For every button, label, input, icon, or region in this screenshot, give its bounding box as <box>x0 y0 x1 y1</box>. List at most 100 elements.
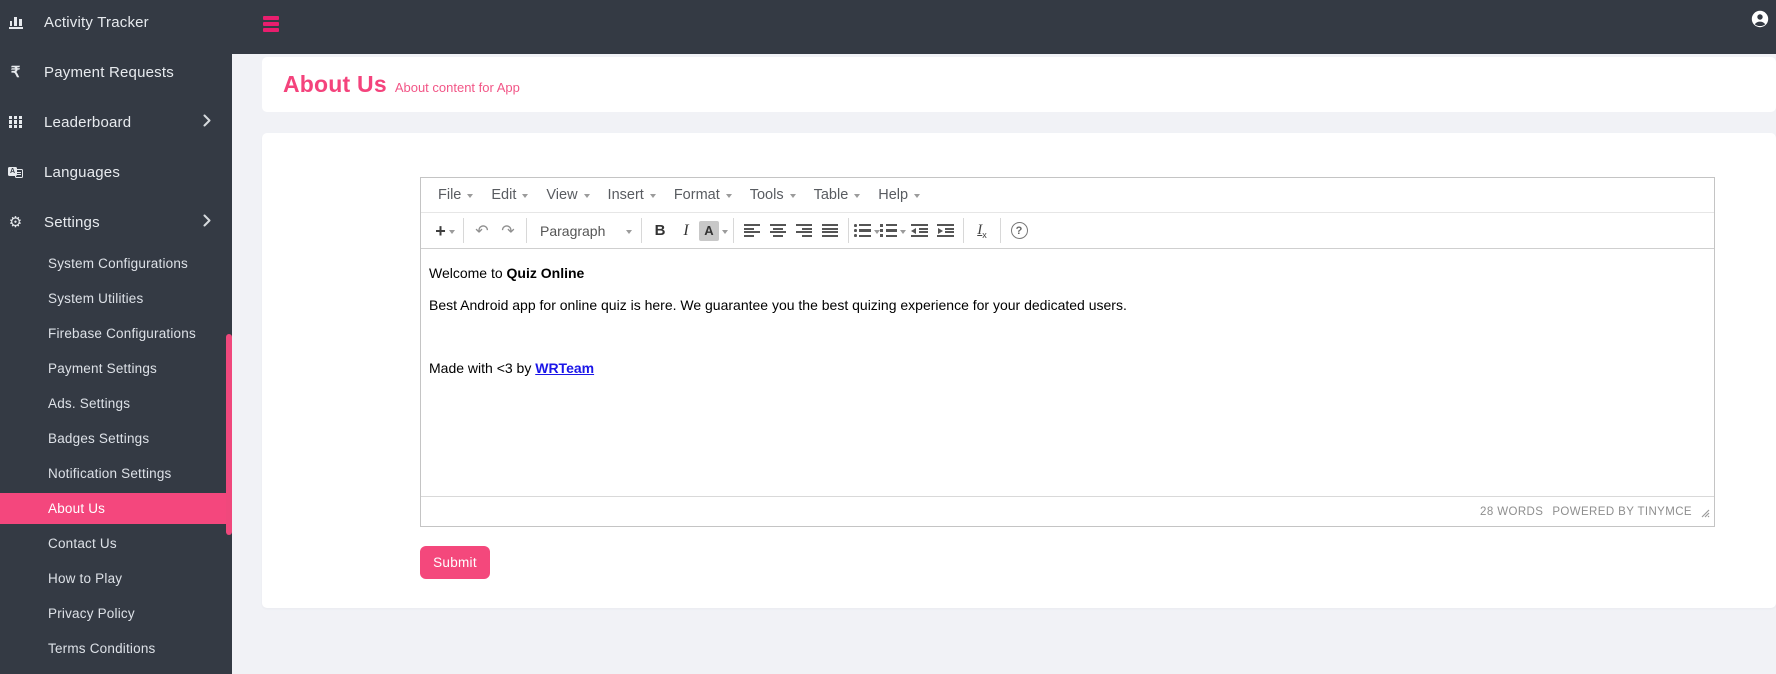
chevron-down-icon <box>722 229 728 234</box>
sidebar-subitem-firebase-configurations[interactable]: Firebase Configurations <box>0 318 232 349</box>
tinymce-branding: POWERED BY TINYMCE <box>1552 505 1692 518</box>
content-paragraph: Made with <3 by WRTeam <box>429 359 595 376</box>
sidebar-item-payment-requests[interactable]: ₹ Payment Requests <box>0 50 232 94</box>
sidebar-item-label: Payment Requests <box>44 63 174 81</box>
page-header-card: About Us About content for App <box>262 57 1776 112</box>
bullet-list-button[interactable] <box>854 217 880 245</box>
align-justify-icon <box>822 224 838 237</box>
bold-icon: B <box>654 222 666 239</box>
sidebar-subitem-notification-settings[interactable]: Notification Settings <box>0 458 232 489</box>
sidebar-subitem-about-us-active[interactable]: About Us <box>0 493 232 524</box>
chevron-down-icon <box>914 194 921 198</box>
indent-icon <box>936 224 954 237</box>
help-button[interactable]: ? <box>1006 217 1032 245</box>
align-center-button[interactable] <box>765 217 791 245</box>
help-icon: ? <box>1010 222 1028 239</box>
format-select-dropdown[interactable]: Paragraph <box>532 217 636 245</box>
bold-text: Quiz Online <box>506 265 585 281</box>
sidebar-subitem-ads-settings[interactable]: Ads. Settings <box>0 388 232 419</box>
wrteam-link[interactable]: WRTeam <box>535 360 594 376</box>
menu-view[interactable]: View <box>537 181 598 209</box>
clear-formatting-button[interactable]: Ix <box>969 217 995 245</box>
sidebar-item-settings[interactable]: ⚙ Settings <box>0 200 232 244</box>
sidebar-subitem-how-to-play[interactable]: How to Play <box>0 563 232 594</box>
word-count: 28 WORDS <box>1480 505 1544 518</box>
outdent-button[interactable] <box>906 217 932 245</box>
chevron-down-icon <box>583 194 590 198</box>
gear-icon: ⚙ <box>8 212 23 231</box>
clear-formatting-icon: Ix <box>977 221 987 241</box>
align-justify-button[interactable] <box>817 217 843 245</box>
sidebar-subitem-system-utilities[interactable]: System Utilities <box>0 283 232 314</box>
top-navbar <box>0 0 1776 54</box>
align-right-button[interactable] <box>791 217 817 245</box>
content-paragraph-blank <box>429 327 1704 347</box>
menu-help[interactable]: Help <box>869 181 929 209</box>
insert-plus-button[interactable]: + <box>432 217 458 245</box>
bar-chart-icon <box>8 16 23 29</box>
tinymce-editor: File Edit View Insert Format Tools Table… <box>420 177 1715 527</box>
editor-menubar: File Edit View Insert Format Tools Table… <box>421 178 1714 213</box>
chevron-right-icon <box>203 214 211 231</box>
grid-icon <box>8 115 23 129</box>
sidebar-subitem-payment-settings[interactable]: Payment Settings <box>0 353 232 384</box>
page-title: About Us <box>283 71 387 97</box>
redo-button[interactable]: ↷ <box>495 217 521 245</box>
submit-button[interactable]: Submit <box>420 546 490 579</box>
page-subtitle: About content for App <box>394 80 520 95</box>
menu-format[interactable]: Format <box>665 181 741 209</box>
sidebar-subitem-terms-conditions[interactable]: Terms Conditions <box>0 633 232 664</box>
editor-toolbar: + ↶ ↷ Paragraph B I A Ix ? <box>421 213 1714 249</box>
sidebar-subitem-contact-us[interactable]: Contact Us <box>0 528 232 559</box>
sidebar-item-languages[interactable]: A Languages <box>0 150 232 194</box>
indent-button[interactable] <box>932 217 958 245</box>
align-right-icon <box>796 224 812 237</box>
content-paragraph: Best Android app for online quiz is here… <box>429 296 1127 313</box>
undo-button[interactable]: ↶ <box>469 217 495 245</box>
sidebar-item-label: Languages <box>44 163 121 181</box>
italic-button[interactable]: I <box>673 217 699 245</box>
chevron-down-icon <box>522 194 529 198</box>
redo-icon: ↷ <box>501 220 515 240</box>
menu-edit[interactable]: Edit <box>482 181 537 209</box>
chevron-down-icon <box>448 229 455 234</box>
chevron-down-icon <box>725 194 732 198</box>
editor-content-area[interactable]: Welcome to Quiz Online Best Android app … <box>421 249 1714 496</box>
sidebar-subitem-system-configurations[interactable]: System Configurations <box>0 248 232 279</box>
bold-button[interactable]: B <box>647 217 673 245</box>
font-color-button[interactable]: A <box>699 217 728 245</box>
menu-table[interactable]: Table <box>805 181 870 209</box>
translate-icon: A <box>8 166 23 179</box>
chevron-down-icon <box>854 194 861 198</box>
sidebar-subitem-badges-settings[interactable]: Badges Settings <box>0 423 232 454</box>
sidebar-item-label: Settings <box>44 213 100 231</box>
content-paragraph: Welcome to Quiz Online <box>429 265 585 281</box>
resize-handle-icon[interactable] <box>1699 505 1710 523</box>
sidebar-item-leaderboard[interactable]: Leaderboard <box>0 100 232 144</box>
sidebar-subitem-privacy-policy[interactable]: Privacy Policy <box>0 598 232 629</box>
chevron-right-icon <box>203 114 211 131</box>
sidebar-item-activity-tracker[interactable]: Activity Tracker <box>0 0 232 44</box>
numbered-list-icon <box>880 224 897 237</box>
chevron-down-icon <box>789 194 796 198</box>
plus-icon: + <box>435 220 446 241</box>
outdent-icon <box>910 224 928 237</box>
menu-insert[interactable]: Insert <box>599 181 665 209</box>
admin-app-window: Activity Tracker ₹ Payment Requests Lead… <box>0 0 1776 674</box>
chevron-down-icon <box>649 194 656 198</box>
chevron-down-icon <box>467 194 474 198</box>
user-avatar-icon[interactable] <box>1751 10 1769 28</box>
align-left-button[interactable] <box>739 217 765 245</box>
align-center-icon <box>770 224 786 237</box>
undo-icon: ↶ <box>475 220 489 240</box>
editor-statusbar: 28 WORDS POWERED BY TINYMCE <box>421 496 1714 526</box>
rupee-icon: ₹ <box>10 63 21 81</box>
menu-file[interactable]: File <box>429 181 482 209</box>
menu-tools[interactable]: Tools <box>741 181 805 209</box>
numbered-list-button[interactable] <box>880 217 906 245</box>
hamburger-menu-icon[interactable] <box>263 16 279 32</box>
align-left-icon <box>744 224 760 237</box>
main-content: About Us About content for App File Edit… <box>232 54 1776 674</box>
sidebar-scrollbar-thumb[interactable] <box>226 334 232 535</box>
about-form-card: File Edit View Insert Format Tools Table… <box>262 133 1776 608</box>
